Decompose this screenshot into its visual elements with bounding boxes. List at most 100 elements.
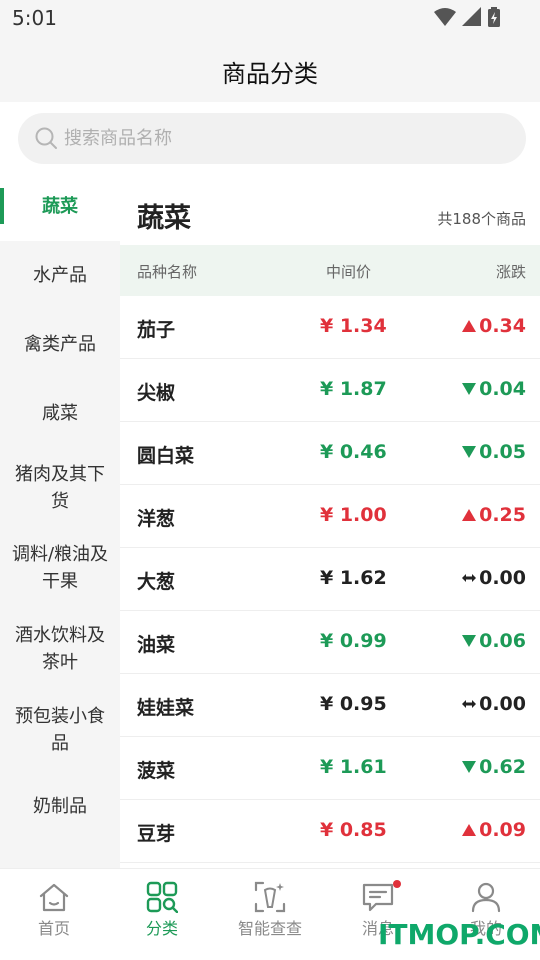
sidebar-item-label: 预包装小食品 bbox=[15, 706, 105, 754]
search-icon bbox=[35, 127, 57, 149]
product-change: 0.04 bbox=[461, 378, 526, 400]
table-row[interactable]: 油菜 ¥ 0.99 0.06 bbox=[120, 611, 540, 674]
page-title: 商品分类 bbox=[222, 60, 318, 88]
product-name: 洋葱 bbox=[137, 508, 176, 530]
product-change: 0.09 bbox=[461, 819, 526, 841]
product-name: 大葱 bbox=[137, 571, 176, 593]
sidebar-item-seasoning[interactable]: 调料/粮油及干果 bbox=[0, 528, 120, 608]
table-row[interactable]: 洋葱 ¥ 1.00 0.25 bbox=[120, 485, 540, 548]
trend-down-icon bbox=[462, 761, 477, 773]
column-header-price: 中间价 bbox=[326, 263, 372, 281]
tab-label: 智能查查 bbox=[237, 919, 302, 938]
sidebar-item-label: 水产品 bbox=[33, 265, 87, 286]
table-row[interactable]: 茄子 ¥ 1.34 0.34 bbox=[120, 296, 540, 359]
category-sidebar: 蔬菜 水产品 禽类产品 咸菜 猪肉及其下货 调料/粮油及干果 酒水饮料及茶叶 预… bbox=[0, 172, 120, 868]
status-icons bbox=[434, 7, 500, 27]
cellular-signal-icon bbox=[462, 7, 481, 26]
wifi-icon bbox=[434, 8, 456, 26]
tab-smart-scan[interactable]: 智能查查 bbox=[216, 869, 324, 960]
trend-up-icon bbox=[462, 320, 477, 332]
change-value: 0.62 bbox=[479, 756, 526, 778]
trend-down-icon bbox=[462, 383, 477, 395]
product-price: ¥ 0.85 bbox=[320, 819, 387, 841]
home-icon bbox=[39, 883, 69, 912]
watermark-text: ITMOP.COM bbox=[378, 918, 540, 951]
sidebar-item-beverages[interactable]: 酒水饮料及茶叶 bbox=[0, 609, 120, 689]
tab-category[interactable]: 分类 bbox=[108, 869, 216, 960]
product-name: 茄子 bbox=[137, 319, 176, 341]
nav-header: 商品分类 bbox=[0, 36, 540, 102]
product-name: 娃娃菜 bbox=[137, 697, 195, 719]
change-value: 0.00 bbox=[479, 693, 526, 715]
sidebar-item-label: 奶制品 bbox=[33, 796, 87, 817]
trend-flat-icon bbox=[462, 700, 477, 708]
table-header: 品种名称 中间价 涨跌 bbox=[120, 245, 540, 296]
sidebar-item-pickles[interactable]: 咸菜 bbox=[0, 379, 120, 448]
change-value: 0.34 bbox=[479, 315, 526, 337]
product-change: 0.25 bbox=[461, 504, 526, 526]
product-name: 油菜 bbox=[137, 634, 176, 656]
trend-up-icon bbox=[462, 824, 477, 836]
message-badge-dot bbox=[393, 880, 401, 888]
status-time: 5:01 bbox=[12, 6, 57, 30]
smart-scan-icon bbox=[254, 881, 286, 913]
table-row[interactable]: 尖椒 ¥ 1.87 0.04 bbox=[120, 359, 540, 422]
product-price: ¥ 1.34 bbox=[320, 315, 387, 337]
sidebar-item-vegetables[interactable]: 蔬菜 bbox=[0, 172, 120, 241]
table-row[interactable]: 大葱 ¥ 1.62 0.00 bbox=[120, 548, 540, 611]
product-name: 豆芽 bbox=[137, 823, 176, 845]
category-title: 蔬菜 bbox=[137, 203, 191, 234]
search-box[interactable] bbox=[18, 113, 526, 164]
product-price: ¥ 0.95 bbox=[320, 693, 387, 715]
product-name: 菠菜 bbox=[137, 760, 176, 782]
product-change: 0.05 bbox=[461, 441, 526, 463]
trend-flat-icon bbox=[462, 574, 477, 582]
sidebar-item-label: 酒水饮料及茶叶 bbox=[15, 625, 105, 673]
sidebar-item-snacks[interactable]: 预包装小食品 bbox=[0, 690, 120, 770]
change-value: 0.00 bbox=[479, 567, 526, 589]
product-price: ¥ 1.00 bbox=[320, 504, 387, 526]
change-value: 0.04 bbox=[479, 378, 526, 400]
product-price: ¥ 0.46 bbox=[320, 441, 387, 463]
product-change: 0.62 bbox=[461, 756, 526, 778]
sidebar-item-label: 咸菜 bbox=[42, 403, 78, 424]
column-header-name: 品种名称 bbox=[137, 263, 198, 281]
product-list-panel: 蔬菜 共188个商品 品种名称 中间价 涨跌 茄子 ¥ 1.34 0.34 尖椒 ¥ 1… bbox=[120, 172, 540, 868]
trend-up-icon bbox=[462, 509, 477, 521]
table-row[interactable]: 菠菜 ¥ 1.61 0.62 bbox=[120, 737, 540, 800]
tab-label: 首页 bbox=[37, 919, 70, 938]
table-row[interactable]: 娃娃菜 ¥ 0.95 0.00 bbox=[120, 674, 540, 737]
search-input[interactable] bbox=[64, 113, 504, 164]
category-icon bbox=[146, 881, 178, 913]
sidebar-item-aquatic[interactable]: 水产品 bbox=[0, 241, 120, 310]
trend-down-icon bbox=[462, 635, 477, 647]
active-indicator bbox=[0, 188, 4, 224]
table-row[interactable]: 圆白菜 ¥ 0.46 0.05 bbox=[120, 422, 540, 485]
profile-icon bbox=[471, 882, 501, 913]
sidebar-item-dairy[interactable]: 奶制品 bbox=[0, 772, 120, 841]
battery-icon bbox=[488, 7, 500, 27]
change-value: 0.05 bbox=[479, 441, 526, 463]
trend-down-icon bbox=[462, 446, 477, 458]
product-change: 0.00 bbox=[461, 693, 526, 715]
sidebar-item-label: 调料/粮油及干果 bbox=[11, 544, 109, 592]
product-price: ¥ 1.62 bbox=[320, 567, 387, 589]
sidebar-item-pork[interactable]: 猪肉及其下货 bbox=[0, 448, 120, 528]
sidebar-item-label: 蔬菜 bbox=[42, 196, 78, 217]
column-header-change: 涨跌 bbox=[495, 263, 526, 281]
product-name: 圆白菜 bbox=[137, 445, 195, 467]
sidebar-item-poultry[interactable]: 禽类产品 bbox=[0, 310, 120, 379]
change-value: 0.06 bbox=[479, 630, 526, 652]
sidebar-item-label: 猪肉及其下货 bbox=[15, 464, 105, 512]
table-row[interactable]: 豆芽 ¥ 0.85 0.09 bbox=[120, 800, 540, 863]
product-price: ¥ 1.61 bbox=[320, 756, 387, 778]
tab-label: 分类 bbox=[145, 919, 178, 938]
product-price: ¥ 0.99 bbox=[320, 630, 387, 652]
tab-home[interactable]: 首页 bbox=[0, 869, 108, 960]
change-value: 0.09 bbox=[479, 819, 526, 841]
product-price: ¥ 1.87 bbox=[320, 378, 387, 400]
status-bar: 5:01 bbox=[0, 0, 540, 36]
product-change: 0.06 bbox=[461, 630, 526, 652]
product-name: 尖椒 bbox=[137, 382, 176, 404]
sidebar-item-label: 禽类产品 bbox=[24, 334, 96, 355]
